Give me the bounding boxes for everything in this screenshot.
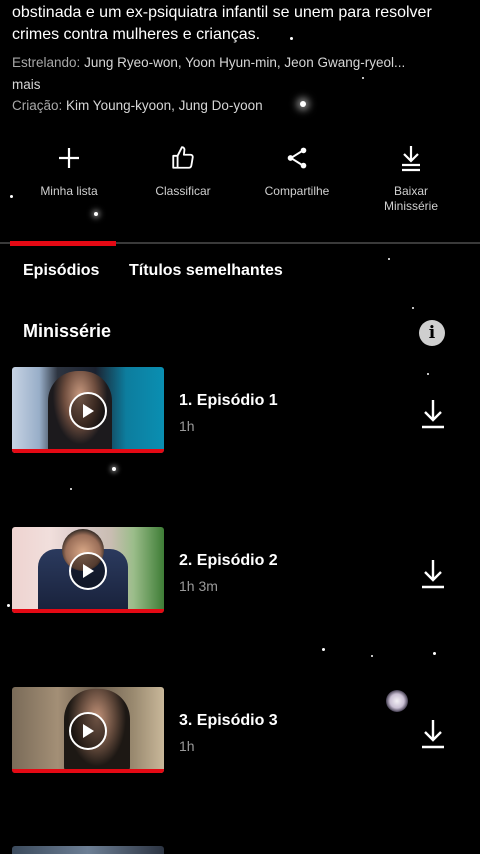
background-star: [322, 648, 325, 651]
download-series-label: Baixar Minissérie: [383, 184, 438, 213]
download-icon[interactable]: [418, 717, 448, 751]
episode-title: 2. Episódio 2: [179, 552, 278, 569]
download-icon[interactable]: [418, 557, 448, 591]
thumbs-up-icon: [170, 145, 196, 176]
rate-label: Classificar: [155, 184, 211, 198]
play-icon[interactable]: [69, 712, 107, 750]
tab-similar-titles[interactable]: Títulos semelhantes: [129, 262, 283, 280]
episode-thumbnail[interactable]: [12, 367, 164, 453]
episode-duration: 1h: [179, 418, 195, 434]
download-icon: [399, 144, 423, 177]
season-title: Minissérie: [23, 321, 112, 341]
background-star: [433, 652, 436, 655]
cast-more-link[interactable]: mais: [12, 76, 41, 94]
background-star: [388, 258, 390, 260]
info-icon[interactable]: i: [419, 320, 445, 346]
background-star: [112, 467, 116, 471]
background-star: [362, 77, 364, 79]
episode-title: 1. Episódio 1: [179, 392, 278, 409]
episode-thumbnail-partial[interactable]: [12, 846, 164, 854]
my-list-label: Minha lista: [40, 184, 98, 198]
share-button[interactable]: Compartilhe: [242, 140, 352, 199]
play-icon[interactable]: [69, 392, 107, 430]
episode-row[interactable]: 1. Episódio 1 1h: [0, 367, 480, 462]
tab-episodes[interactable]: Episódios: [23, 262, 99, 280]
plus-icon: [57, 146, 81, 175]
download-icon[interactable]: [418, 397, 448, 431]
episode-row[interactable]: 3. Episódio 3 1h: [0, 687, 480, 782]
creators-line: Criação: Kim Young-kyoon, Jung Do-yoon: [12, 97, 263, 115]
action-bar: Minha lista Classificar Compartilhe Baix…: [0, 140, 480, 230]
cast-label: Estrelando:: [12, 55, 81, 70]
creators-names: Kim Young-kyoon, Jung Do-yoon: [66, 98, 263, 113]
episode-title: 3. Episódio 3: [179, 712, 278, 729]
episode-duration: 1h 3m: [179, 578, 218, 594]
progress-bar: [12, 609, 164, 613]
background-star: [412, 307, 414, 309]
share-icon: [284, 145, 310, 176]
play-icon[interactable]: [69, 552, 107, 590]
active-tab-indicator: [10, 241, 116, 246]
episode-row[interactable]: 2. Episódio 2 1h 3m: [0, 527, 480, 622]
background-star: [371, 655, 373, 657]
episode-duration: 1h: [179, 738, 195, 754]
progress-bar: [12, 449, 164, 453]
cast-line: Estrelando: Jung Ryeo-won, Yoon Hyun-min…: [12, 54, 452, 72]
synopsis: obstinada e um ex-psiquiatra infantil se…: [12, 4, 432, 43]
share-label: Compartilhe: [264, 184, 330, 198]
download-series-button[interactable]: Baixar Minissérie: [356, 140, 466, 214]
cast-names: Jung Ryeo-won, Yoon Hyun-min, Jeon Gwang…: [84, 55, 406, 70]
my-list-button[interactable]: Minha lista: [14, 140, 124, 199]
rate-button[interactable]: Classificar: [128, 140, 238, 199]
episode-thumbnail[interactable]: [12, 687, 164, 773]
progress-bar: [12, 769, 164, 773]
background-star: [300, 101, 306, 107]
creators-label: Criação:: [12, 98, 63, 113]
background-star: [70, 488, 72, 490]
episode-thumbnail[interactable]: [12, 527, 164, 613]
